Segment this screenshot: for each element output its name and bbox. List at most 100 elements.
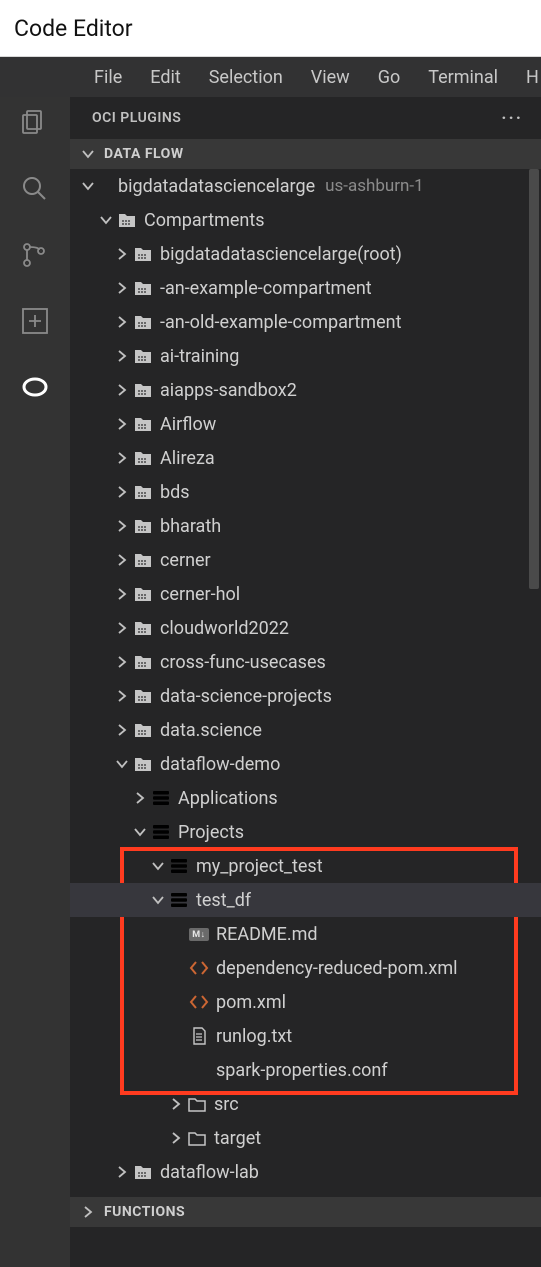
compartment-folder-icon <box>132 481 154 503</box>
tree-file-runlog[interactable]: runlog.txt <box>70 1019 541 1053</box>
compartment-folder-icon <box>132 753 154 775</box>
chevron-down-icon <box>148 859 168 873</box>
compartment-folder-icon <box>132 311 154 333</box>
add-icon[interactable] <box>19 305 51 337</box>
tree-project-my-project-test[interactable]: my_project_test <box>70 849 541 883</box>
folder-icon <box>186 1093 208 1115</box>
compartment-folder-icon <box>132 719 154 741</box>
tree-compartments[interactable]: Compartments <box>70 203 541 237</box>
compartment-label: bigdatadatasciencelarge(root) <box>160 244 402 265</box>
compartment-folder-icon <box>132 685 154 707</box>
tree-compartment[interactable]: bigdatadatasciencelarge(root) <box>70 237 541 271</box>
tree-compartment[interactable]: ai-training <box>70 339 541 373</box>
chevron-right-icon <box>112 451 132 465</box>
search-icon[interactable] <box>19 173 51 205</box>
tree-compartment[interactable]: cerner-hol <box>70 577 541 611</box>
chevron-down-icon <box>78 179 98 193</box>
tree-compartment[interactable]: bds <box>70 475 541 509</box>
tree-compartment[interactable]: cross-func-usecases <box>70 645 541 679</box>
tenancy-region: us-ashburn-1 <box>325 176 424 196</box>
compartment-label: data-science-projects <box>160 686 332 707</box>
tree-compartment-dataflow-demo[interactable]: dataflow-demo <box>70 747 541 781</box>
chevron-right-icon <box>166 1131 186 1145</box>
tree-file-spark-conf[interactable]: spark-properties.conf <box>70 1053 541 1087</box>
compartment-label: data.science <box>160 720 262 741</box>
project-icon <box>168 889 190 911</box>
compartment-label: bds <box>160 482 190 503</box>
tree-tenancy[interactable]: bigdatadatasciencelarge us-ashburn-1 <box>70 169 541 203</box>
tree-file-pom[interactable]: pom.xml <box>70 985 541 1019</box>
chevron-down-icon <box>78 147 98 161</box>
tree-folder-src[interactable]: src <box>70 1087 541 1121</box>
source-control-icon[interactable] <box>19 239 51 271</box>
tree-file-dep-pom[interactable]: dependency-reduced-pom.xml <box>70 951 541 985</box>
menu-edit[interactable]: Edit <box>136 67 194 88</box>
tree-compartment[interactable]: cerner <box>70 543 541 577</box>
menu-view[interactable]: View <box>297 67 364 88</box>
tree-compartment-dataflow-lab[interactable]: dataflow-lab <box>70 1155 541 1189</box>
markdown-icon: M↓ <box>188 923 210 945</box>
applications-icon <box>150 787 172 809</box>
tree-compartment[interactable]: cloudworld2022 <box>70 611 541 645</box>
tree-folder-target[interactable]: target <box>70 1121 541 1155</box>
tree-compartment[interactable]: Airflow <box>70 407 541 441</box>
explorer-icon[interactable] <box>19 107 51 139</box>
section-data-flow[interactable]: DATA FLOW <box>70 139 541 169</box>
panel-more-icon[interactable]: ··· <box>501 108 523 129</box>
chevron-right-icon <box>166 1097 186 1111</box>
chevron-right-icon <box>78 1205 98 1219</box>
section-functions[interactable]: FUNCTIONS <box>70 1197 541 1227</box>
oci-plugins-icon[interactable] <box>19 371 51 403</box>
chevron-right-icon <box>112 349 132 363</box>
compartment-folder-icon <box>132 345 154 367</box>
compartment-folder-icon <box>132 379 154 401</box>
compartment-folder-icon <box>132 447 154 469</box>
compartment-label: cloudworld2022 <box>160 618 289 639</box>
tree-applications[interactable]: Applications <box>70 781 541 815</box>
chevron-down-icon <box>130 825 150 839</box>
compartment-folder-icon <box>132 413 154 435</box>
folder-icon <box>186 1127 208 1149</box>
menu-go[interactable]: Go <box>364 67 415 88</box>
tree-compartment[interactable]: -an-old-example-compartment <box>70 305 541 339</box>
compartment-folder-icon <box>116 209 138 231</box>
xml-icon <box>188 991 210 1013</box>
compartment-folder-icon <box>132 549 154 571</box>
menu-terminal[interactable]: Terminal <box>414 67 512 88</box>
tree-project-test-df[interactable]: test_df <box>70 883 541 917</box>
compartment-folder-icon <box>132 617 154 639</box>
tree-scroll[interactable]: bigdatadatasciencelarge us-ashburn-1 Com… <box>70 169 541 1267</box>
chevron-right-icon <box>112 689 132 703</box>
chevron-right-icon <box>112 519 132 533</box>
tree-compartment[interactable]: bharath <box>70 509 541 543</box>
menu-selection[interactable]: Selection <box>195 67 297 88</box>
chevron-right-icon <box>112 281 132 295</box>
chevron-right-icon <box>112 587 132 601</box>
chevron-right-icon <box>112 553 132 567</box>
tree-file-readme[interactable]: M↓ README.md <box>70 917 541 951</box>
tree-compartment[interactable]: -an-example-compartment <box>70 271 541 305</box>
tree-compartment[interactable]: aiapps-sandbox2 <box>70 373 541 407</box>
tree-compartment[interactable]: Alireza <box>70 441 541 475</box>
menubar: File Edit Selection View Go Terminal H <box>0 57 541 97</box>
tree-compartment[interactable]: data-science-projects <box>70 679 541 713</box>
menu-file[interactable]: File <box>80 67 136 88</box>
panel-header: OCI PLUGINS ··· <box>70 97 541 139</box>
chevron-right-icon <box>112 315 132 329</box>
chevron-right-icon <box>112 723 132 737</box>
tree-projects[interactable]: Projects <box>70 815 541 849</box>
panel-title: OCI PLUGINS <box>92 110 181 126</box>
compartment-label: -an-old-example-compartment <box>160 312 401 333</box>
chevron-right-icon <box>112 417 132 431</box>
compartment-folder-icon <box>132 243 154 265</box>
compartment-label: aiapps-sandbox2 <box>160 380 297 401</box>
menu-help[interactable]: H <box>512 67 541 88</box>
compartment-folder-icon <box>132 515 154 537</box>
compartment-label: cerner <box>160 550 211 571</box>
compartment-label: -an-example-compartment <box>160 278 372 299</box>
compartment-label: cross-func-usecases <box>160 652 326 673</box>
chevron-down-icon <box>112 757 132 771</box>
tree-compartment[interactable]: data.science <box>70 713 541 747</box>
chevron-right-icon <box>112 621 132 635</box>
projects-icon <box>150 821 172 843</box>
